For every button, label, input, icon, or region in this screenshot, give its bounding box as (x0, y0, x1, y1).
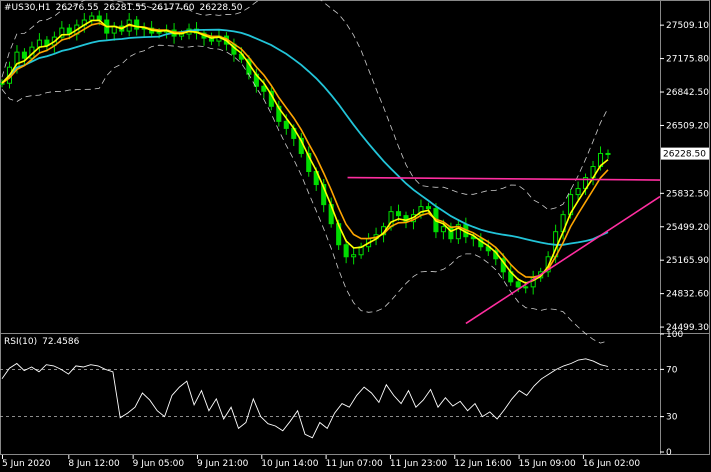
candle-body (156, 31, 162, 34)
chart-window: 27509.10 27175.80 26842.50 26509.20 25832.50… (0, 0, 711, 472)
candle-body (425, 206, 431, 210)
x-tick-label: 10 Jun 14:00 (261, 459, 318, 469)
trendline[interactable] (347, 176, 661, 181)
rsi-line (1, 358, 609, 439)
x-tick-label: 8 Jun 12:00 (68, 459, 120, 469)
price-tick-label: 25165.90 (666, 256, 709, 266)
candle-body (261, 85, 267, 92)
rsi-label: RSI(10) (4, 337, 38, 347)
x-tick-label: 11 Jun 07:00 (326, 459, 383, 469)
candle-body (21, 51, 27, 59)
high-value: 26281.55 (103, 3, 147, 13)
candle-body (448, 226, 454, 240)
rsi-value: 72.4586 (42, 337, 80, 347)
open-value: 26276.55 (55, 3, 99, 13)
rsi-tick-label: 30 (666, 413, 678, 423)
price-tick-label: 26842.50 (666, 88, 709, 98)
symbol-label: #US30,H1 (4, 3, 51, 13)
rsi-tick-label: 100 (666, 330, 683, 340)
candle-body (343, 244, 349, 258)
ohlc-header: #US30,H1 26276.55 26281.55 26177.60 26228.50 (4, 3, 247, 13)
candle-body (0, 82, 5, 85)
price-tick-label: 27509.10 (666, 21, 709, 31)
x-tick-label: 12 Jun 16:00 (454, 459, 511, 469)
candle-body (440, 226, 446, 233)
x-tick-label: 15 Jun 09:00 (519, 459, 576, 469)
rsi-header: RSI(10) 72.4586 (4, 337, 84, 347)
x-tick-label: 9 Jun 05:00 (133, 459, 185, 469)
price-tick-label: 26509.20 (666, 121, 709, 131)
rsi-frame (0, 333, 710, 455)
lower-band (1, 44, 609, 344)
price-tick-label: 25832.50 (666, 189, 709, 199)
candle-body (134, 19, 140, 30)
x-tick-label: 9 Jun 21:00 (197, 459, 249, 469)
price-tick-label: 25499.20 (666, 223, 709, 233)
price-tick-label: 24832.60 (666, 290, 709, 300)
rsi-tick-label: 0 (666, 448, 672, 458)
current-price-label: 26228.50 (663, 150, 706, 160)
candle-body (36, 39, 42, 48)
candle-body (96, 15, 102, 21)
price-chart[interactable]: 27509.10 27175.80 26842.50 26509.20 25832.50… (0, 0, 711, 472)
x-tick-label: 5 Jun 2020 (2, 459, 51, 469)
x-tick-label: 16 Jun 02:00 (583, 459, 640, 469)
candle-body (395, 211, 402, 217)
price-tick-label: 27175.80 (666, 55, 709, 65)
x-tick-label: 11 Jun 23:00 (390, 459, 447, 469)
candle-body (575, 188, 581, 196)
ema-fast (1, 19, 609, 284)
candle-body (605, 152, 611, 155)
price-frame (0, 0, 710, 334)
candle-body (351, 254, 357, 258)
candle-body (523, 286, 529, 289)
candle-body (89, 15, 95, 21)
rsi-tick-label: 70 (666, 365, 678, 375)
candle-body (283, 120, 289, 129)
low-value: 26177.60 (151, 3, 195, 13)
candle-body (515, 281, 521, 288)
close-value: 26228.50 (199, 3, 243, 13)
